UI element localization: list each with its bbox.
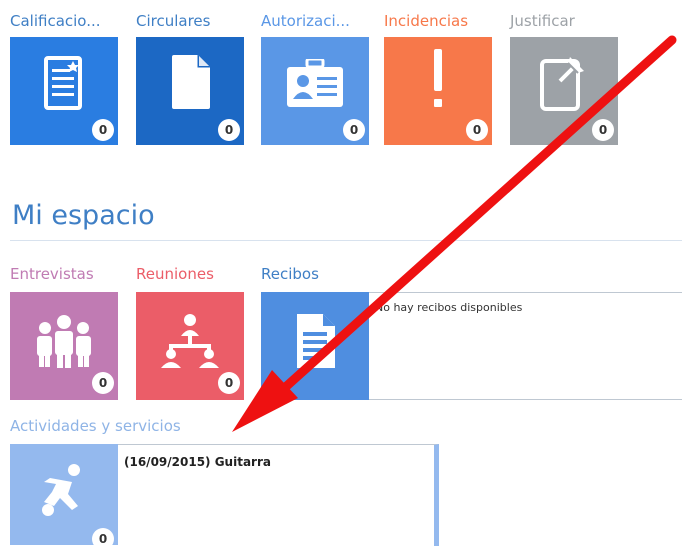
tile-label-incidencias[interactable]: Incidencias <box>384 12 468 30</box>
tile-autorizaciones[interactable]: 0 <box>261 37 369 145</box>
count-badge: 0 <box>92 528 114 550</box>
id-badge-icon <box>287 59 343 107</box>
count-badge: 0 <box>466 119 488 141</box>
count-badge: 0 <box>592 119 614 141</box>
tile-justificar[interactable]: 0 <box>510 37 618 145</box>
pinned-note-icon <box>540 57 584 111</box>
exclamation-icon <box>434 49 442 107</box>
count-badge: 0 <box>92 372 114 394</box>
tile-label-justificar[interactable]: Justificar <box>510 12 575 30</box>
tile-label-recibos[interactable]: Recibos <box>261 265 319 283</box>
section-divider <box>10 240 682 241</box>
recibos-panel: No hay recibos disponibles <box>369 292 682 400</box>
tile-actividades[interactable]: 0 <box>10 444 118 550</box>
count-badge: 0 <box>343 119 365 141</box>
tile-reuniones[interactable]: 0 <box>136 292 244 400</box>
activities-panel: (16/09/2015) Guitarra <box>118 444 439 546</box>
tile-entrevistas[interactable]: 0 <box>10 292 118 400</box>
tile-label-circulares[interactable]: Circulares <box>136 12 210 30</box>
receipt-document-icon <box>297 314 335 368</box>
tile-incidencias[interactable]: 0 <box>384 37 492 145</box>
tile-label-reuniones[interactable]: Reuniones <box>136 265 214 283</box>
tile-calificaciones[interactable]: 0 <box>10 37 118 145</box>
tile-recibos[interactable] <box>261 292 369 400</box>
activity-item[interactable]: (16/09/2015) Guitarra <box>124 455 271 469</box>
tile-label-calificaciones[interactable]: Calificacio... <box>10 12 101 30</box>
group-people-icon <box>37 315 91 368</box>
count-badge: 0 <box>218 372 240 394</box>
count-badge: 0 <box>92 119 114 141</box>
document-report-icon <box>44 56 82 110</box>
tile-label-autorizaciones[interactable]: Autorizaci... <box>261 12 350 30</box>
activities-label: Actividades y servicios <box>10 417 181 435</box>
soccer-player-icon <box>42 464 80 516</box>
blank-page-icon <box>172 55 210 109</box>
recibos-empty-text: No hay recibos disponibles <box>375 301 523 314</box>
network-people-icon <box>161 314 219 368</box>
count-badge: 0 <box>218 119 240 141</box>
section-title: Mi espacio <box>12 200 155 231</box>
tile-circulares[interactable]: 0 <box>136 37 244 145</box>
tile-label-entrevistas[interactable]: Entrevistas <box>10 265 94 283</box>
